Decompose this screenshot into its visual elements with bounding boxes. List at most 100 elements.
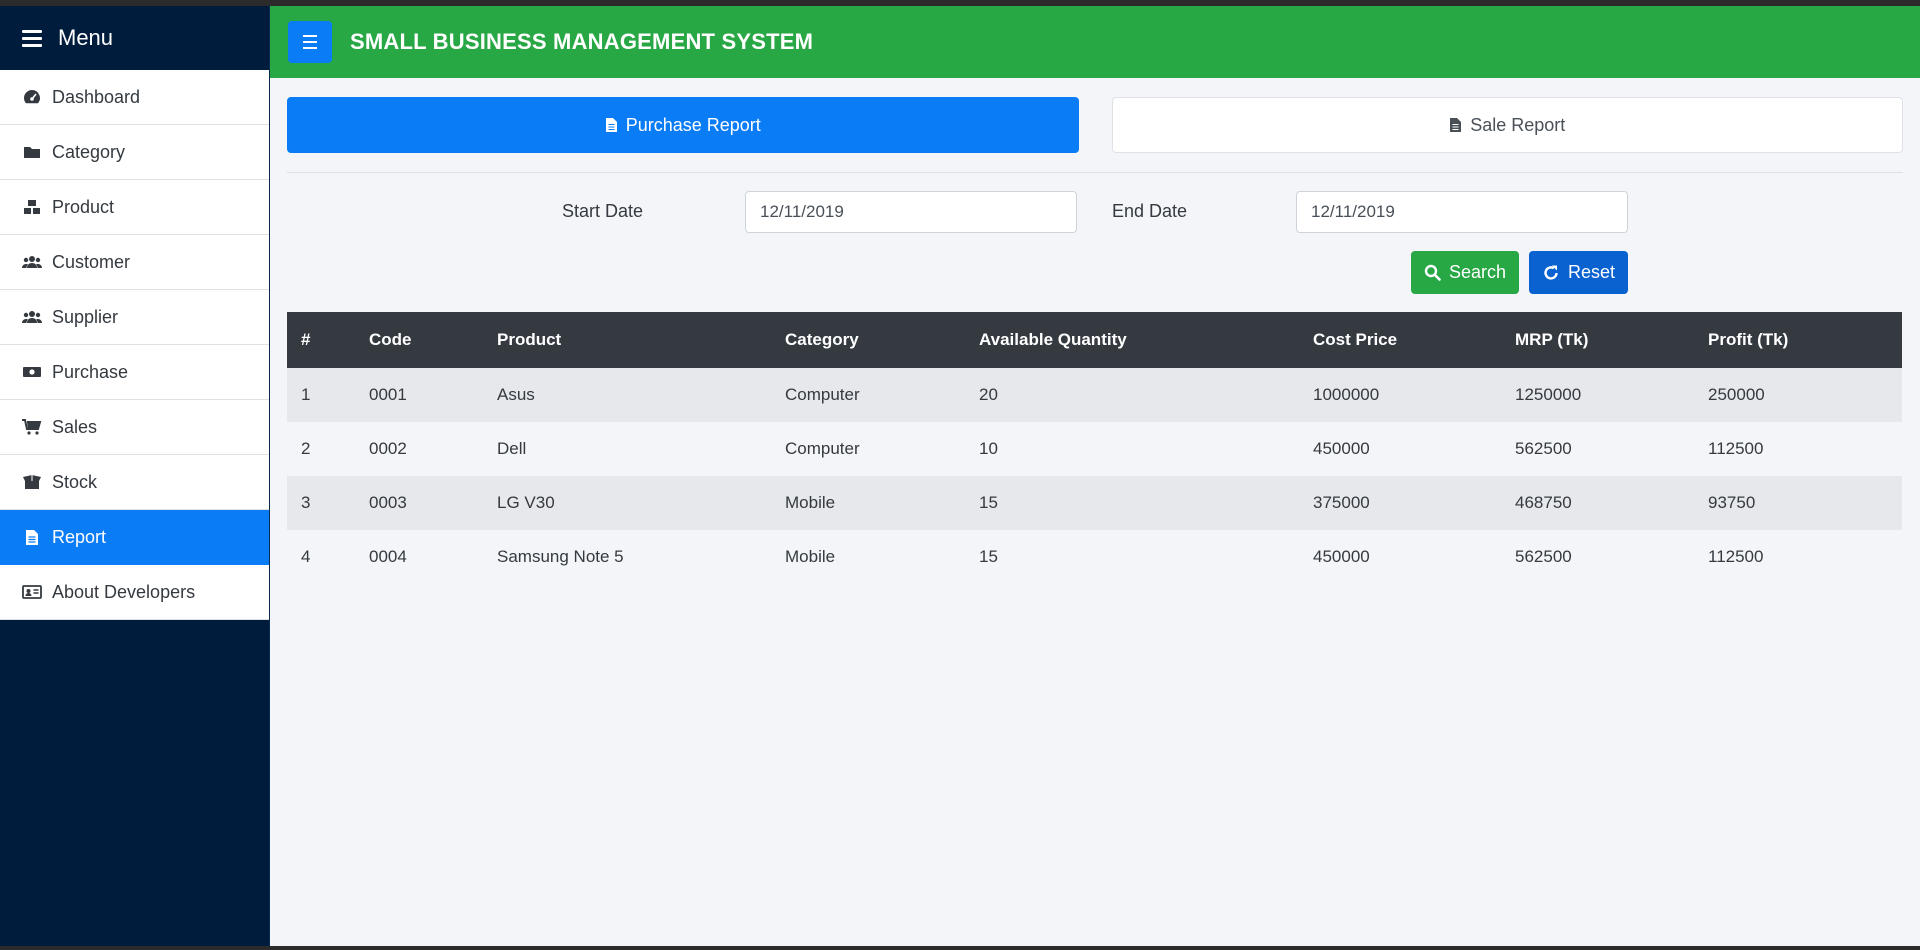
table-cell: 1000000 [1313,385,1380,404]
table-row: 1 0001 Asus Computer 20 1000000 1250000 … [287,368,1902,422]
main-content: SMALL BUSINESS MANAGEMENT SYSTEM Purchas… [270,6,1920,946]
box-open-icon [22,473,42,491]
sidebar-item-dashboard[interactable]: Dashboard [0,70,269,125]
column-header[interactable]: Code [355,312,483,368]
app-window: Menu Dashboard Category Product Customer… [0,6,1920,946]
sidebar-nav: Dashboard Category Product Customer Supp… [0,70,269,620]
report-table: # Code Product Category Available Quanti… [287,312,1902,584]
file-icon [1449,117,1462,133]
users-icon [22,253,42,271]
sidebar-item-category[interactable]: Category [0,125,269,180]
sidebar-item-customer[interactable]: Customer [0,235,269,290]
table-cell: 0004 [369,547,407,566]
table-cell: Computer [785,439,860,458]
table-cell: 450000 [1313,439,1370,458]
table-cell: Mobile [785,493,836,512]
page-title: SMALL BUSINESS MANAGEMENT SYSTEM [350,29,814,54]
file-icon [605,117,618,133]
sidebar-item-label: Dashboard [52,86,141,107]
start-date-input[interactable]: 12/11/2019 [745,191,1077,233]
search-button[interactable]: Search [1411,251,1519,294]
table-cell: 2 [301,439,311,458]
table-cell: 20 [979,385,998,404]
sidebar-header: Menu [0,6,269,70]
column-header[interactable]: Product [483,312,771,368]
purchase-report-button[interactable]: Purchase Report [287,97,1079,153]
sidebar-item-label: Supplier [52,306,119,327]
table-row: 2 0002 Dell Computer 10 450000 562500 11… [287,422,1902,476]
search-button-label: Search [1448,262,1507,282]
redo-icon [1542,264,1560,282]
table-cell: 15 [979,493,998,512]
file-icon [22,528,42,546]
table-cell: 562500 [1515,547,1572,566]
table-cell: Asus [497,385,535,404]
sidebar-item-sales[interactable]: Sales [0,400,269,455]
top-bar: SMALL BUSINESS MANAGEMENT SYSTEM [270,6,1920,78]
table-cell: Samsung Note 5 [497,547,624,566]
sidebar-item-report[interactable]: Report [0,510,269,565]
column-header[interactable]: Category [771,312,965,368]
table-row: 4 0004 Samsung Note 5 Mobile 15 450000 5… [287,530,1902,584]
table-cell: 0001 [369,385,407,404]
sidebar-item-label: Report [52,526,107,547]
sidebar-item-label: Purchase [52,361,129,382]
end-date-input[interactable]: 12/11/2019 [1296,191,1628,233]
table-cell: 0003 [369,493,407,512]
hamburger-icon[interactable] [22,26,42,51]
sidebar-item-purchase[interactable]: Purchase [0,345,269,400]
table-header-row: # Code Product Category Available Quanti… [287,312,1902,368]
boxes-icon [22,198,42,216]
table-cell: Mobile [785,547,836,566]
table-cell: 10 [979,439,998,458]
table-cell: 112500 [1708,439,1764,458]
sidebar-item-label: Stock [52,471,98,492]
table-cell: 250000 [1708,385,1765,404]
column-header[interactable]: Profit (Tk) [1694,312,1902,368]
column-header[interactable]: Cost Price [1299,312,1501,368]
sidebar: Menu Dashboard Category Product Customer… [0,6,270,946]
table-cell: 375000 [1313,493,1370,512]
sidebar-toggle-button[interactable] [288,21,332,63]
sidebar-item-label: Customer [52,251,131,272]
sidebar-item-product[interactable]: Product [0,180,269,235]
start-date-label: Start Date [562,201,644,221]
sidebar-item-label: Category [52,141,126,162]
reset-button[interactable]: Reset [1529,251,1628,294]
table-cell: LG V30 [497,493,555,512]
sidebar-title: Menu [58,25,114,50]
table-row: 3 0003 LG V30 Mobile 15 375000 468750 93… [287,476,1902,530]
table-cell: 112500 [1708,547,1764,566]
end-date-label: End Date [1112,201,1188,221]
table-cell: 1250000 [1515,385,1582,404]
id-card-icon [22,583,42,601]
users-icon [22,308,42,326]
column-header[interactable]: # [287,312,355,368]
table-cell: 15 [979,547,998,566]
table-cell: 468750 [1515,493,1572,512]
sidebar-item-label: Product [52,196,115,217]
reset-button-label: Reset [1567,262,1616,282]
shopping-cart-icon [22,418,42,436]
sale-report-label: Sale Report [1470,114,1566,135]
sidebar-item-label: Sales [52,416,98,437]
table-cell: Computer [785,385,860,404]
table-cell: 3 [301,493,311,512]
purchase-report-label: Purchase Report [625,114,761,135]
column-header[interactable]: MRP (Tk) [1501,312,1694,368]
sale-report-button[interactable]: Sale Report [1111,97,1903,153]
sidebar-item-stock[interactable]: Stock [0,455,269,510]
report-tabs: Purchase Report Sale Report [270,78,1920,153]
sidebar-item-label: About Developers [52,581,196,602]
divider [287,172,1903,173]
sidebar-item-supplier[interactable]: Supplier [0,290,269,345]
table-cell: Dell [497,439,527,458]
table-cell: 1 [301,385,311,404]
report-table-container: # Code Product Category Available Quanti… [287,312,1902,584]
table-cell: 4 [301,547,311,566]
tachometer-icon [22,88,42,106]
table-cell: 450000 [1313,547,1370,566]
folder-icon [22,143,42,161]
sidebar-item-about-developers[interactable]: About Developers [0,565,269,620]
column-header[interactable]: Available Quantity [965,312,1299,368]
